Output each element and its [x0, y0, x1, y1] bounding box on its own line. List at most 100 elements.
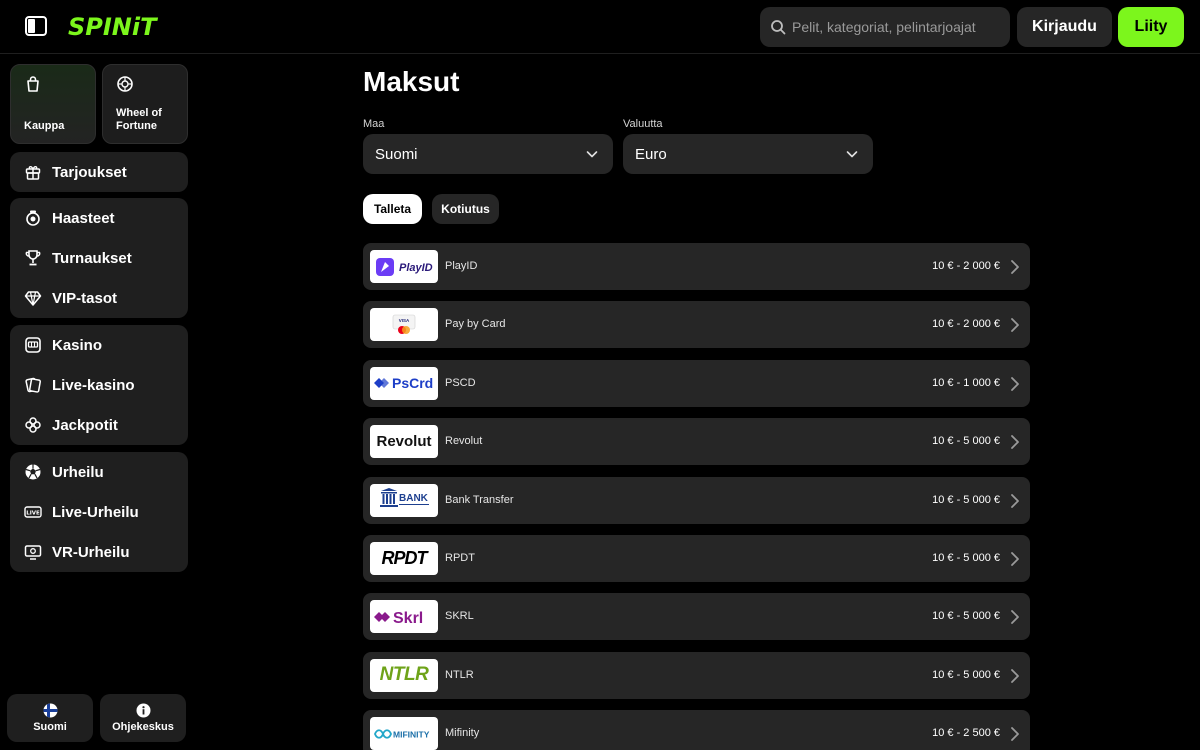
country-value: Suomi	[375, 145, 418, 163]
payment-method-mifinity[interactable]: MIFINITY Mifinity 10 € - 2 500 €	[363, 710, 1030, 750]
sidebar-item-turnaukset[interactable]: Turnaukset	[10, 238, 188, 278]
payment-method-range: 10 € - 2 000 €	[932, 318, 1000, 331]
chevron-right-icon	[1011, 552, 1019, 566]
info-icon	[136, 703, 150, 718]
currency-value: Euro	[635, 145, 667, 163]
challenge-icon	[24, 209, 42, 227]
payment-method-pscd[interactable]: PsCrd PSCD 10 € - 1 000 €	[363, 359, 1030, 407]
search-input[interactable]	[792, 19, 1002, 35]
sidebar-item-kasino[interactable]: Kasino	[10, 325, 188, 365]
pscd-logo: PsCrd	[370, 366, 438, 400]
sidebar-group-sports: Urheilu LIVE Live-Urheilu VR-Urheilu	[10, 452, 188, 572]
chevron-right-icon	[1011, 435, 1019, 450]
sidebar-item-label: VIP-tasot	[52, 289, 118, 307]
clover-icon	[24, 416, 42, 434]
sidebar-item-label: Kasino	[52, 336, 103, 354]
help-center-button[interactable]: Ohjekeskus	[100, 694, 186, 742]
football-icon	[24, 463, 42, 481]
payment-method-name: PSCD	[445, 376, 476, 389]
payment-method-revolut[interactable]: Revolut Revolut 10 € - 5 000 €	[363, 418, 1030, 466]
sidebar-item-label: Live-Urheilu	[52, 503, 139, 521]
sidebar-item-vr-urheilu[interactable]: VR-Urheilu	[10, 532, 188, 572]
currency-select[interactable]: Euro	[623, 134, 873, 174]
sidebar-tile-wheel-of-fortune[interactable]: Wheel of Fortune	[102, 64, 188, 144]
sidebar-tile-shop[interactable]: Kauppa	[10, 64, 96, 144]
finland-flag-icon	[43, 703, 57, 718]
search-icon	[771, 20, 786, 35]
payment-method-ntlr[interactable]: NTLR NTLR 10 € - 5 000 €	[363, 651, 1030, 699]
logo-text: PsCrd	[392, 375, 433, 391]
language-selector[interactable]: Suomi	[7, 694, 93, 742]
logo-text: VISA	[399, 318, 410, 323]
slot-machine-icon	[24, 336, 42, 354]
help-center-label: Ohjekeskus	[112, 721, 174, 733]
svg-text:LIVE: LIVE	[26, 511, 40, 517]
payment-method-range: 10 € - 1 000 €	[932, 376, 1000, 389]
sidebar-toggle-icon[interactable]	[24, 14, 48, 38]
country-select[interactable]: Suomi	[363, 134, 613, 174]
shopping-bag-icon	[27, 76, 39, 92]
sidebar-item-label: Tarjoukset	[52, 163, 127, 181]
top-header: SPINiT Kirjaudu Liity	[0, 0, 1200, 54]
payment-method-rpdt[interactable]: RPDT RPDT 10 € - 5 000 €	[363, 534, 1030, 582]
payment-method-range: 10 € - 2 500 €	[932, 727, 1000, 740]
payment-methods-list: PlayID PlayID 10 € - 2 000 € VISA Pay by…	[363, 243, 1030, 750]
chevron-right-icon	[1011, 493, 1019, 508]
sidebar-group-casino: Kasino Live-kasino Jackpotit	[10, 325, 188, 445]
payment-method-range: 10 € - 5 000 €	[932, 668, 1000, 681]
page-title: Maksut	[363, 66, 460, 97]
chevron-right-icon	[1011, 668, 1019, 683]
sidebar-item-label: Turnaukset	[52, 249, 132, 267]
sidebar-item-live-kasino[interactable]: Live-kasino	[10, 365, 188, 405]
sidebar-item-jackpotit[interactable]: Jackpotit	[10, 405, 188, 445]
search-box[interactable]	[760, 7, 1010, 47]
sidebar-tile-label: Kauppa	[24, 120, 65, 132]
sidebar-item-haasteet[interactable]: Haasteet	[10, 198, 188, 238]
payment-method-name: Bank Transfer	[445, 493, 514, 506]
payment-method-range: 10 € - 5 000 €	[932, 435, 1000, 448]
sidebar-tile-label: Wheel of Fortune	[116, 107, 162, 132]
payment-method-name: Revolut	[445, 435, 483, 448]
logo-text: Skrl	[393, 610, 423, 627]
sidebar-item-tarjoukset[interactable]: Tarjoukset	[10, 152, 188, 192]
payment-method-bank-transfer[interactable]: BANK Bank Transfer 10 € - 5 000 €	[363, 476, 1030, 524]
chevron-down-icon	[846, 151, 858, 158]
sidebar-item-label: Live-kasino	[52, 376, 135, 394]
payment-method-name: NTLR	[445, 668, 474, 681]
payment-method-skrl[interactable]: Skrl SKRL 10 € - 5 000 €	[363, 593, 1030, 641]
sidebar-item-live-urheilu[interactable]: LIVE Live-Urheilu	[10, 492, 188, 532]
logo-text: MIFINITY	[393, 729, 430, 739]
sidebar-item-vip-tasot[interactable]: VIP-tasot	[10, 278, 188, 318]
logo-text: PlayID	[399, 262, 433, 274]
chevron-down-icon	[586, 151, 598, 158]
payment-method-name: PlayID	[445, 260, 478, 272]
payment-method-range: 10 € - 5 000 €	[932, 493, 1000, 506]
spinit-logo[interactable]: SPINiT	[68, 12, 157, 42]
country-label: Maa	[363, 118, 385, 130]
payments-main: Maksut Maa Suomi Valuutta Euro Talleta K…	[363, 54, 1043, 750]
sidebar-item-urheilu[interactable]: Urheilu	[10, 452, 188, 492]
sidebar-item-label: Urheilu	[52, 463, 104, 481]
logo-text: RPDT	[381, 547, 428, 568]
sidebar-group-rewards: Haasteet Turnaukset VIP-tasot	[10, 198, 188, 318]
diamond-icon	[24, 289, 42, 307]
sidebar-item-label: Haasteet	[52, 209, 115, 227]
vr-screen-icon	[24, 543, 42, 561]
payment-method-playid[interactable]: PlayID PlayID 10 € - 2 000 €	[363, 243, 1030, 290]
tab-deposit[interactable]: Talleta	[363, 194, 422, 224]
join-button[interactable]: Liity	[1118, 7, 1184, 47]
trophy-icon	[24, 249, 42, 267]
sidebar: Kauppa Wheel of Fortune Tarjoukset Haast…	[0, 54, 200, 750]
payment-method-range: 10 € - 5 000 €	[932, 610, 1000, 623]
gift-icon	[24, 163, 42, 181]
login-button[interactable]: Kirjaudu	[1017, 7, 1112, 47]
playid-logo: PlayID	[370, 250, 438, 283]
mifinity-logo: MIFINITY	[370, 717, 438, 750]
payment-method-name: Pay by Card	[445, 318, 506, 331]
chevron-right-icon	[1011, 727, 1019, 742]
language-label: Suomi	[33, 721, 67, 733]
logo-text: Revolut	[376, 433, 432, 451]
tab-withdrawal[interactable]: Kotiutus	[432, 194, 499, 224]
revolut-logo: Revolut	[370, 425, 438, 459]
payment-method-pay-by-card[interactable]: VISA Pay by Card 10 € - 2 000 €	[363, 301, 1030, 349]
